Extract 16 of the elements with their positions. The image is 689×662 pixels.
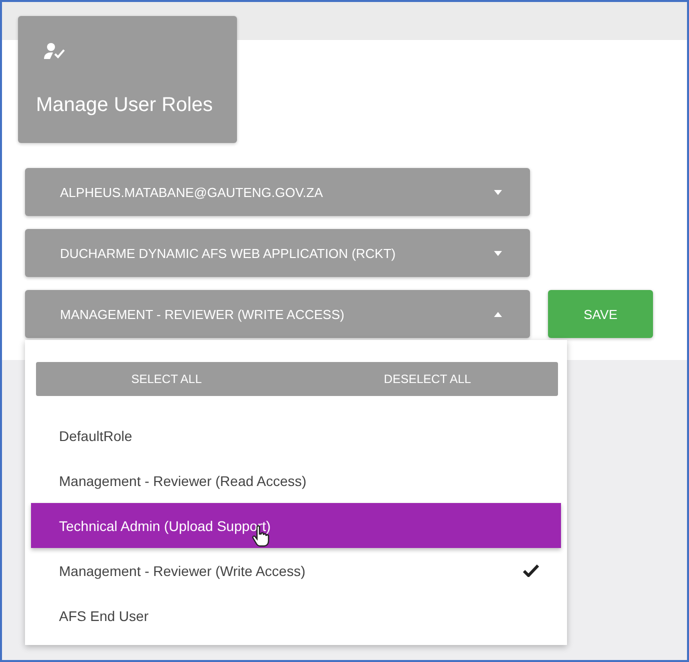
select-action-button[interactable]: DESELECT ALL <box>297 362 558 396</box>
dropdown-select[interactable]: DUCHARME DYNAMIC AFS WEB APPLICATION (RCKT) <box>25 229 530 277</box>
caret-icon <box>494 312 502 316</box>
menu-option[interactable]: Management - Reviewer (Write Access) <box>31 548 561 593</box>
user-check-icon <box>44 42 66 60</box>
menu-option[interactable]: AFS End User <box>31 593 561 638</box>
page-title: Manage User Roles <box>36 94 214 117</box>
caret-icon <box>494 250 502 256</box>
select-action-button[interactable]: SELECT ALL <box>36 362 297 396</box>
dropdown-select[interactable]: ALPHEUS.MATABANE@GAUTENG.GOV.ZA <box>25 168 530 216</box>
menu-option[interactable]: DefaultRole <box>31 413 561 458</box>
menu-option[interactable]: Management - Reviewer (Read Access) <box>31 458 561 503</box>
save-button[interactable]: SAVE <box>548 290 653 338</box>
caret-icon <box>494 190 502 194</box>
menu-option[interactable]: Technical Admin (Upload Support) <box>31 503 561 548</box>
dropdown-select[interactable]: MANAGEMENT - REVIEWER (WRITE ACCESS) <box>25 290 530 338</box>
